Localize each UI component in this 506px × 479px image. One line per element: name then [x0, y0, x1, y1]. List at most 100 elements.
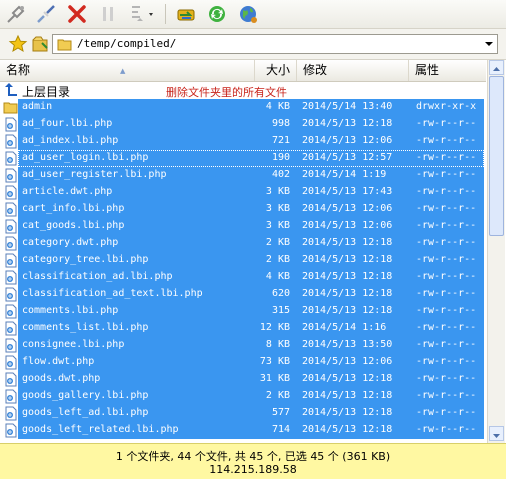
file-row[interactable]: consignee.lbi.php 8 KB 2014/5/13 13:50 -rw-… — [0, 337, 486, 354]
file-attributes: -rw-r--r-- — [416, 305, 477, 316]
column-name-header[interactable]: 名称 ▲ — [0, 60, 255, 81]
file-modified: 2014/5/13 12:57 — [302, 152, 393, 163]
file-row[interactable]: category_tree.lbi.php 2 KB 2014/5/13 12:18… — [0, 252, 486, 269]
file-name: classification_ad.lbi.php — [22, 271, 173, 282]
file-attributes: -rw-r--r-- — [416, 118, 477, 129]
file-row[interactable]: goods_gallery.lbi.php 2 KB 2014/5/13 12:18… — [0, 388, 486, 405]
file-name: article.dwt.php — [22, 186, 113, 197]
file-row[interactable]: category.dwt.php 2 KB 2014/5/13 12:18 -rw-r… — [0, 235, 486, 252]
file-modified: 2014/5/14 13:40 — [302, 101, 393, 112]
column-size-header[interactable]: 大小 — [255, 60, 297, 81]
stop-icon[interactable] — [66, 3, 88, 25]
file-row[interactable]: classification_ad.lbi.php 4 KB 2014/5/13 1… — [0, 269, 486, 286]
queue-icon[interactable] — [128, 3, 158, 25]
globe-icon[interactable] — [237, 3, 259, 25]
file-row[interactable]: goods.dwt.php 31 KB 2014/5/13 12:18 -rw-r--… — [0, 371, 486, 388]
file-row[interactable]: comments.lbi.php 315 2014/5/13 12:18 -rw-r-… — [0, 303, 486, 320]
file-size: 620 — [271, 288, 290, 299]
path-input[interactable]: /temp/compiled/ — [52, 34, 498, 54]
file-attributes: -rw-r--r-- — [416, 271, 477, 282]
file-row[interactable]: flow.dwt.php 73 KB 2014/5/13 12:06 -rw-r--r… — [0, 354, 486, 371]
path-text: /temp/compiled/ — [77, 37, 177, 50]
transfer-icon[interactable] — [175, 3, 197, 25]
file-size: 2 KB — [265, 390, 290, 401]
column-attributes-header[interactable]: 属性 — [409, 60, 486, 81]
file-name: cart_info.lbi.php — [22, 203, 125, 214]
file-icon — [5, 287, 17, 302]
toolbar — [0, 0, 506, 29]
scroll-up-button[interactable] — [489, 60, 504, 75]
file-attributes: -rw-r--r-- — [416, 237, 477, 248]
sort-arrow-icon: ▲ — [120, 67, 126, 75]
file-size: 577 — [271, 407, 290, 418]
file-modified: 2014/5/13 12:06 — [302, 220, 393, 231]
refresh-icon[interactable] — [206, 3, 228, 25]
file-modified: 2014/5/13 12:18 — [302, 424, 393, 435]
file-size: 2 KB — [265, 254, 290, 265]
file-name: cat_goods.lbi.php — [22, 220, 125, 231]
file-row[interactable]: goods_left_ad.lbi.php 577 2014/5/13 12:18 -… — [0, 405, 486, 422]
file-name: admin — [22, 101, 53, 112]
file-name: category.dwt.php — [22, 237, 119, 248]
file-name: ad_user_login.lbi.php — [22, 152, 149, 163]
file-icon — [5, 270, 17, 285]
scroll-down-button[interactable] — [489, 426, 504, 441]
file-row[interactable]: admin 4 KB 2014/5/14 13:40 drwxr-xr-x — [0, 99, 486, 116]
file-size: 721 — [271, 135, 290, 146]
scroll-thumb[interactable] — [489, 76, 504, 236]
column-modified-header[interactable]: 修改 — [297, 60, 409, 81]
file-attributes: -rw-r--r-- — [416, 373, 477, 384]
vertical-scrollbar[interactable] — [487, 60, 505, 443]
disconnect-icon[interactable] — [35, 3, 57, 25]
connect-icon[interactable] — [5, 3, 27, 25]
file-name: goods_gallery.lbi.php — [22, 390, 149, 401]
file-icon — [5, 406, 17, 421]
file-attributes: -rw-r--r-- — [416, 186, 477, 197]
file-attributes: -rw-r--r-- — [416, 169, 477, 180]
file-name: comments_list.lbi.php — [22, 322, 149, 333]
file-attributes: -rw-r--r-- — [416, 288, 477, 299]
favorites-star-icon[interactable] — [8, 34, 28, 54]
file-row[interactable]: ad_user_login.lbi.php 190 2014/5/13 12:57 -… — [0, 150, 486, 167]
file-row[interactable]: ad_index.lbi.php 721 2014/5/13 12:06 -rw-r-… — [0, 133, 486, 150]
file-row[interactable]: ad_user_register.lbi.php 402 2014/5/14 1:1… — [0, 167, 486, 184]
file-row[interactable]: cart_info.lbi.php 3 KB 2014/5/13 12:06 -rw-… — [0, 201, 486, 218]
file-attributes: -rw-r--r-- — [416, 424, 477, 435]
file-list: admin 4 KB 2014/5/14 13:40 drwxr-xr-x ad_fou… — [0, 99, 486, 441]
file-row[interactable]: cat_goods.lbi.php 3 KB 2014/5/13 12:06 -rw-… — [0, 218, 486, 235]
file-modified: 2014/5/13 17:43 — [302, 186, 393, 197]
file-row[interactable]: classification_ad_text.lbi.php 620 2014/5/… — [0, 286, 486, 303]
file-attributes: drwxr-xr-x — [416, 101, 477, 112]
file-row[interactable]: goods_left_related.lbi.php 714 2014/5/13 1… — [0, 422, 486, 439]
folder-icon — [3, 102, 18, 114]
file-size: 31 KB — [259, 373, 290, 384]
address-bar: /temp/compiled/ — [0, 29, 506, 60]
parent-directory-row[interactable]: 上层目录 删除文件夹里的所有文件 — [0, 82, 486, 99]
file-icon — [5, 389, 17, 404]
file-size: 3 KB — [265, 186, 290, 197]
file-name: goods.dwt.php — [22, 373, 101, 384]
file-attributes: -rw-r--r-- — [416, 356, 477, 367]
file-size: 4 KB — [265, 101, 290, 112]
file-size: 190 — [271, 152, 290, 163]
file-modified: 2014/5/14 1:19 — [302, 169, 387, 180]
file-modified: 2014/5/13 12:18 — [302, 271, 393, 282]
file-icon — [5, 304, 17, 319]
home-folder-icon[interactable] — [31, 34, 51, 54]
file-attributes: -rw-r--r-- — [416, 203, 477, 214]
file-row[interactable]: comments_list.lbi.php 12 KB 2014/5/14 1:16… — [0, 320, 486, 337]
parent-directory-label: 上层目录 — [22, 85, 71, 99]
file-modified: 2014/5/13 12:18 — [302, 390, 393, 401]
column-modified-label: 修改 — [303, 63, 328, 77]
file-modified: 2014/5/13 13:50 — [302, 339, 393, 350]
file-modified: 2014/5/13 12:06 — [302, 356, 393, 367]
file-size: 4 KB — [265, 271, 290, 282]
file-row[interactable]: ad_four.lbi.php 998 2014/5/13 12:18 -rw-r--… — [0, 116, 486, 133]
file-size: 73 KB — [259, 356, 290, 367]
file-name: comments.lbi.php — [22, 305, 119, 316]
file-attributes: -rw-r--r-- — [416, 390, 477, 401]
file-row[interactable]: article.dwt.php 3 KB 2014/5/13 17:43 -rw-r-… — [0, 184, 486, 201]
chevron-down-icon[interactable] — [483, 38, 495, 50]
pause-icon[interactable] — [97, 3, 119, 25]
file-icon — [5, 338, 17, 353]
